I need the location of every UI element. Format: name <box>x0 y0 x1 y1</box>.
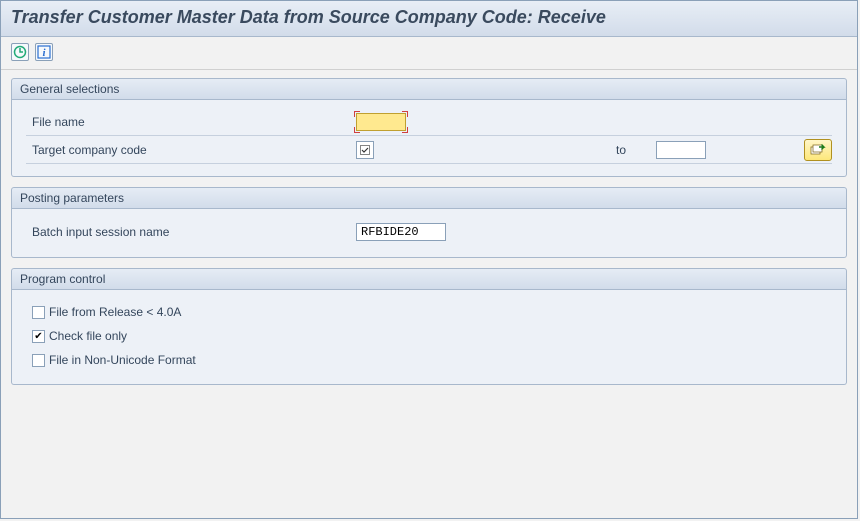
label-target-company: Target company code <box>26 143 356 157</box>
row-file-name: File name <box>26 110 832 136</box>
label-cb-check-file: Check file only <box>49 329 127 343</box>
execute-button[interactable] <box>11 43 29 61</box>
row-cb-file-release: File from Release < 4.0A <box>26 300 832 324</box>
value-help-icon <box>360 145 370 155</box>
info-icon: i <box>37 45 51 59</box>
group-general-selections: General selections File name Target co <box>11 78 847 177</box>
target-company-to-input[interactable] <box>656 141 706 159</box>
multiple-selection-icon <box>810 143 826 157</box>
page-title: Transfer Customer Master Data from Sourc… <box>11 7 847 28</box>
target-company-from-input[interactable] <box>356 141 374 159</box>
checkbox-check-file-only[interactable]: ✔ <box>32 330 45 343</box>
checkbox-non-unicode[interactable] <box>32 354 45 367</box>
info-button[interactable]: i <box>35 43 53 61</box>
row-batch-session: Batch input session name <box>26 219 832 245</box>
group-header-program: Program control <box>11 268 847 290</box>
svg-text:i: i <box>42 47 46 59</box>
app-window: Transfer Customer Master Data from Sourc… <box>0 0 858 519</box>
group-posting-parameters: Posting parameters Batch input session n… <box>11 187 847 258</box>
content-area: General selections File name Target co <box>1 70 857 403</box>
toolbar: i <box>1 37 857 70</box>
group-body-posting: Batch input session name <box>11 209 847 258</box>
label-to: to <box>616 143 656 157</box>
label-cb-non-unicode: File in Non-Unicode Format <box>49 353 196 367</box>
label-file-name: File name <box>26 115 356 129</box>
row-cb-check-file: ✔ Check file only <box>26 324 832 348</box>
group-program-control: Program control File from Release < 4.0A… <box>11 268 847 385</box>
title-bar: Transfer Customer Master Data from Sourc… <box>1 1 857 37</box>
label-cb-file-release: File from Release < 4.0A <box>49 305 181 319</box>
group-body-general: File name Target company code <box>11 100 847 177</box>
group-body-program: File from Release < 4.0A ✔ Check file on… <box>11 290 847 385</box>
group-header-general: General selections <box>11 78 847 100</box>
batch-session-input[interactable] <box>356 223 446 241</box>
checkbox-file-release[interactable] <box>32 306 45 319</box>
row-target-company: Target company code to <box>26 138 832 164</box>
file-name-input[interactable] <box>356 113 406 131</box>
group-header-posting: Posting parameters <box>11 187 847 209</box>
label-batch-session: Batch input session name <box>26 225 356 239</box>
multiple-selection-button[interactable] <box>804 139 832 161</box>
row-cb-non-unicode: File in Non-Unicode Format <box>26 348 832 372</box>
execute-icon <box>13 45 27 59</box>
